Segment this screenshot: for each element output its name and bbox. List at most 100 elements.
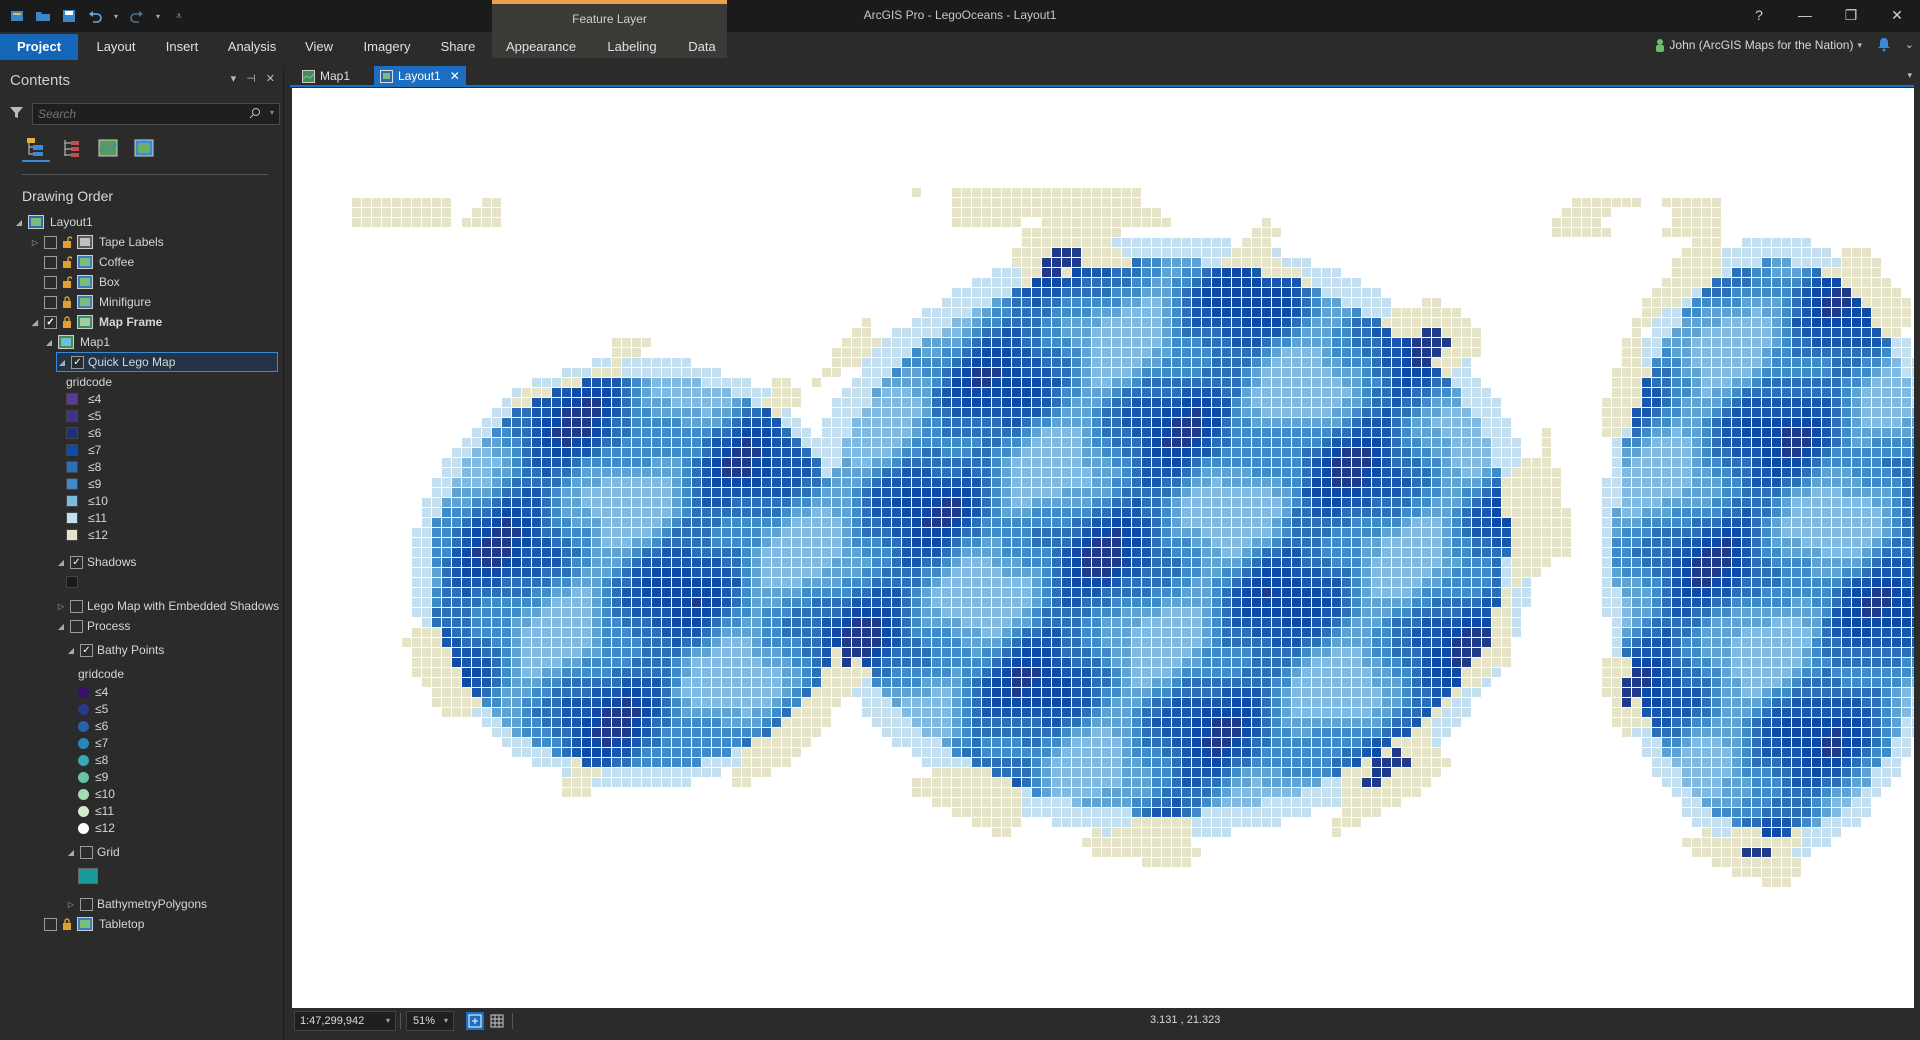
undo-icon[interactable] xyxy=(86,7,104,25)
layer-row[interactable]: ◢ ✓ Bathy Points xyxy=(66,640,164,660)
tab-layout1[interactable]: Layout1 ✕ xyxy=(374,66,466,86)
visibility-checkbox[interactable] xyxy=(80,845,93,859)
layer-row[interactable]: ◢ ✓ Shadows xyxy=(56,552,136,572)
close-tab-icon[interactable]: ✕ xyxy=(450,69,460,83)
restore-button[interactable]: ❐ xyxy=(1828,0,1874,30)
help-button[interactable]: ? xyxy=(1736,0,1782,30)
lock-icon[interactable] xyxy=(61,295,73,309)
visibility-checkbox[interactable] xyxy=(80,897,93,911)
search-options-icon[interactable]: ▾ xyxy=(270,108,274,117)
visibility-checkbox[interactable] xyxy=(44,917,57,931)
tab-data[interactable]: Data xyxy=(680,34,724,60)
contents-pane: Contents ▾ ⊣ ✕ ▾ xyxy=(0,66,284,1040)
layer-name: Map Frame xyxy=(99,315,163,329)
legend-swatch xyxy=(66,410,78,422)
grid-toggle-icon[interactable] xyxy=(488,1012,506,1030)
visibility-checkbox[interactable] xyxy=(44,235,57,249)
undo-dropdown-icon[interactable]: ▾ xyxy=(112,7,120,25)
visibility-checkbox[interactable]: ✓ xyxy=(70,555,83,569)
collapse-icon[interactable]: ◢ xyxy=(30,318,40,327)
visibility-checkbox[interactable] xyxy=(44,295,57,309)
collapse-icon[interactable]: ◢ xyxy=(44,338,54,347)
lock-icon[interactable] xyxy=(61,315,73,329)
layer-row[interactable]: ▷ BathymetryPolygons xyxy=(66,894,207,914)
tab-share[interactable]: Share xyxy=(432,34,484,60)
tab-analysis[interactable]: Analysis xyxy=(220,34,284,60)
filter-icon[interactable] xyxy=(10,106,23,122)
scale-selector[interactable]: 1:47,299,942 ▾ xyxy=(294,1011,396,1031)
expand-icon[interactable]: ▷ xyxy=(30,238,40,247)
layer-row[interactable]: ◢ ✓ Quick Lego Map xyxy=(56,352,278,372)
layer-row[interactable]: ◢ Map1 xyxy=(44,332,110,352)
layer-row[interactable]: ▷ Tape Labels xyxy=(30,232,164,252)
search-input[interactable] xyxy=(33,104,233,124)
visibility-checkbox[interactable] xyxy=(44,255,57,269)
notifications-icon[interactable] xyxy=(1876,36,1892,55)
legend-swatch xyxy=(66,529,78,541)
redo-dropdown-icon[interactable]: ▾ xyxy=(154,7,162,25)
save-icon[interactable] xyxy=(60,7,78,25)
tab-appearance[interactable]: Appearance xyxy=(500,34,582,60)
visibility-checkbox[interactable]: ✓ xyxy=(44,315,57,329)
pane-options-icon[interactable]: ▾ xyxy=(231,72,237,85)
visibility-checkbox[interactable]: ✓ xyxy=(71,355,84,369)
layer-row[interactable]: ▷ Lego Map with Embedded Shadows xyxy=(56,596,279,616)
search-icon[interactable] xyxy=(249,107,261,122)
collapse-icon[interactable]: ◢ xyxy=(66,646,76,655)
collapse-icon[interactable]: ◢ xyxy=(56,558,66,567)
layout-elements-view-icon[interactable] xyxy=(130,134,158,162)
fixed-zoom-icon[interactable] xyxy=(466,1012,484,1030)
unlock-icon[interactable] xyxy=(61,255,73,269)
unlock-icon[interactable] xyxy=(61,275,73,289)
ribbon-collapse-icon[interactable]: ⌄ xyxy=(1905,38,1914,51)
visibility-checkbox[interactable]: ✓ xyxy=(80,643,93,657)
collapse-icon[interactable]: ◢ xyxy=(57,358,67,367)
customize-qat-icon[interactable]: ⩡ xyxy=(170,7,188,25)
open-project-icon[interactable] xyxy=(34,7,52,25)
layer-row[interactable]: Coffee xyxy=(30,252,134,272)
legend-point-symbol xyxy=(78,686,89,698)
tab-project[interactable]: Project xyxy=(0,34,78,60)
tab-view[interactable]: View xyxy=(296,34,342,60)
redo-icon[interactable] xyxy=(128,7,146,25)
layout-icon xyxy=(28,215,44,229)
lego-ocean-map[interactable] xyxy=(292,88,1914,1008)
new-project-icon[interactable] xyxy=(8,7,26,25)
zoom-selector[interactable]: 51% ▾ xyxy=(406,1011,454,1031)
pin-icon[interactable]: ⊣ xyxy=(246,72,256,85)
layout-view[interactable] xyxy=(292,88,1914,1008)
expand-icon[interactable]: ▷ xyxy=(56,602,66,611)
collapse-icon[interactable]: ◢ xyxy=(56,622,66,631)
layer-row[interactable]: ◢ Layout1 xyxy=(14,212,93,232)
collapse-icon[interactable]: ◢ xyxy=(66,848,76,857)
legend-swatch xyxy=(66,512,78,524)
visibility-checkbox[interactable] xyxy=(70,619,83,633)
pane-close-icon[interactable]: ✕ xyxy=(266,72,275,85)
tab-map1[interactable]: Map1 xyxy=(296,66,356,86)
visibility-checkbox[interactable] xyxy=(44,275,57,289)
selection-view-icon[interactable] xyxy=(94,134,122,162)
layer-row[interactable]: Tabletop xyxy=(30,914,144,934)
tab-insert[interactable]: Insert xyxy=(152,34,212,60)
tab-layout[interactable]: Layout xyxy=(88,34,144,60)
expand-icon[interactable]: ▷ xyxy=(66,900,76,909)
layer-row[interactable]: Minifigure xyxy=(30,292,151,312)
layer-row[interactable]: ◢ ✓ Map Frame xyxy=(30,312,162,332)
unlock-icon[interactable] xyxy=(61,235,73,249)
legend-point-symbol xyxy=(78,703,89,715)
layer-row[interactable]: ◢ Grid xyxy=(66,842,120,862)
layer-row[interactable]: Box xyxy=(30,272,120,292)
drawing-order-view-icon[interactable] xyxy=(22,134,50,162)
collapse-icon[interactable]: ◢ xyxy=(14,218,24,227)
layer-row[interactable]: ◢ Process xyxy=(56,616,130,636)
minimize-button[interactable]: — xyxy=(1782,0,1828,30)
tab-imagery[interactable]: Imagery xyxy=(356,34,418,60)
lock-icon[interactable] xyxy=(61,917,73,931)
layer-name: Tape Labels xyxy=(99,235,164,249)
visibility-checkbox[interactable] xyxy=(70,599,83,613)
tabs-overflow-icon[interactable]: ▾ xyxy=(1907,70,1912,81)
source-view-icon[interactable] xyxy=(58,134,86,162)
tab-labeling[interactable]: Labeling xyxy=(598,34,666,60)
close-button[interactable]: ✕ xyxy=(1874,0,1920,30)
user-account[interactable]: John (ArcGIS Maps for the Nation) ▾ xyxy=(1655,38,1862,52)
